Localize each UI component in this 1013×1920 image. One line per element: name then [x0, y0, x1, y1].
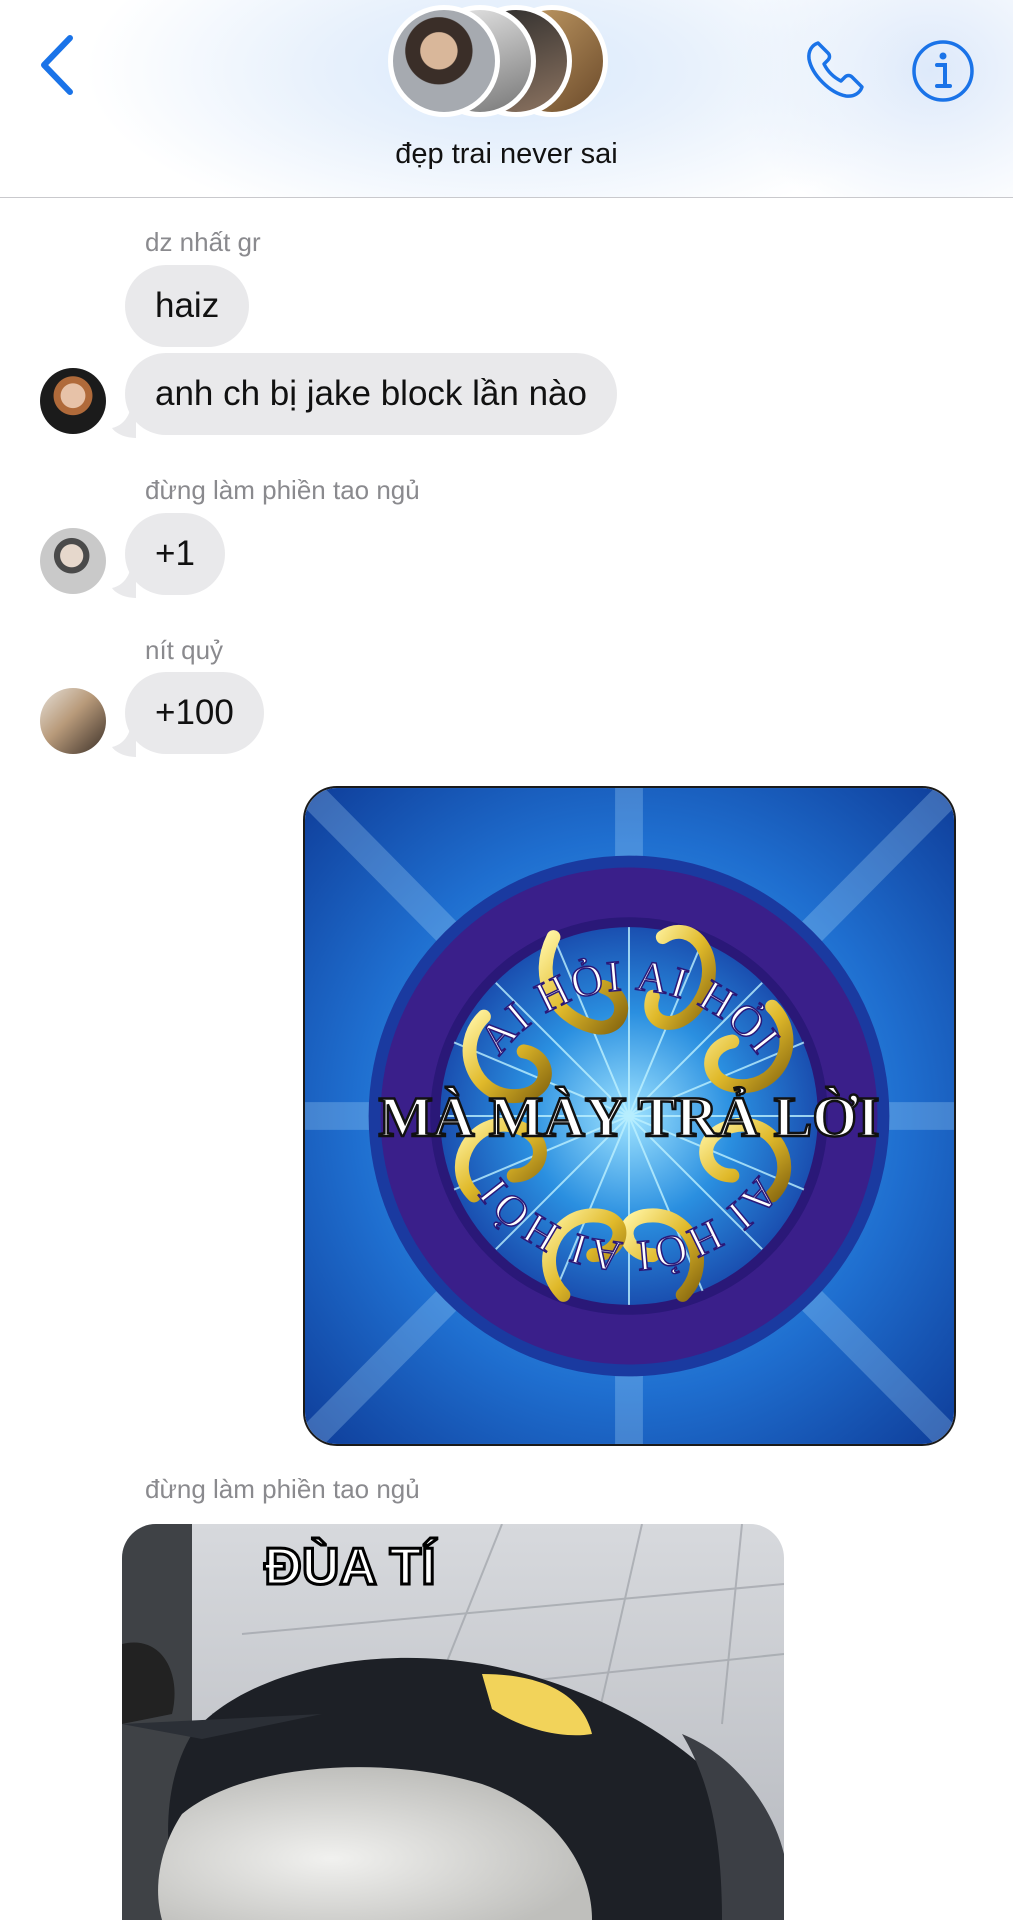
message-bubble[interactable]: haiz — [125, 265, 250, 347]
bubble-tail — [112, 570, 136, 598]
sender-name: dz nhất gr — [145, 227, 261, 257]
bubble-tail — [112, 410, 136, 438]
avatar — [388, 5, 500, 117]
chat-header: đẹp trai never sai — [0, 0, 1013, 198]
group-avatar-stack[interactable] — [388, 5, 628, 123]
chevron-left-icon[interactable] — [30, 30, 90, 100]
sender-name: đừng làm phiền tao ngủ — [145, 1474, 420, 1504]
meme-center-text: MÀ MÀY TRẢ LỜI — [378, 1086, 879, 1149]
avatar[interactable] — [40, 688, 106, 754]
sender-name: đừng làm phiền tao ngủ — [145, 475, 420, 505]
avatar[interactable] — [40, 528, 106, 594]
bubble-tail — [112, 729, 136, 757]
meme-image-penguin[interactable]: ĐÙA TÍ — [122, 1524, 784, 1920]
meme-caption: ĐÙA TÍ — [264, 1538, 437, 1596]
phone-icon[interactable] — [800, 35, 870, 105]
message-bubble[interactable]: anh ch bị jake block lần nào — [125, 353, 617, 435]
group-title[interactable]: đẹp trai never sai — [0, 138, 1013, 171]
meme-image-quiz-logo[interactable]: AI HỎI AI HỎI MÀ MÀY TRẢ LỜI AI HỎI AI H… — [303, 786, 956, 1446]
avatar[interactable] — [40, 368, 106, 434]
info-icon[interactable] — [910, 38, 976, 104]
message-bubble[interactable]: +1 — [125, 513, 225, 595]
sender-name: nít quỷ — [145, 635, 224, 665]
message-bubble[interactable]: +100 — [125, 672, 264, 754]
